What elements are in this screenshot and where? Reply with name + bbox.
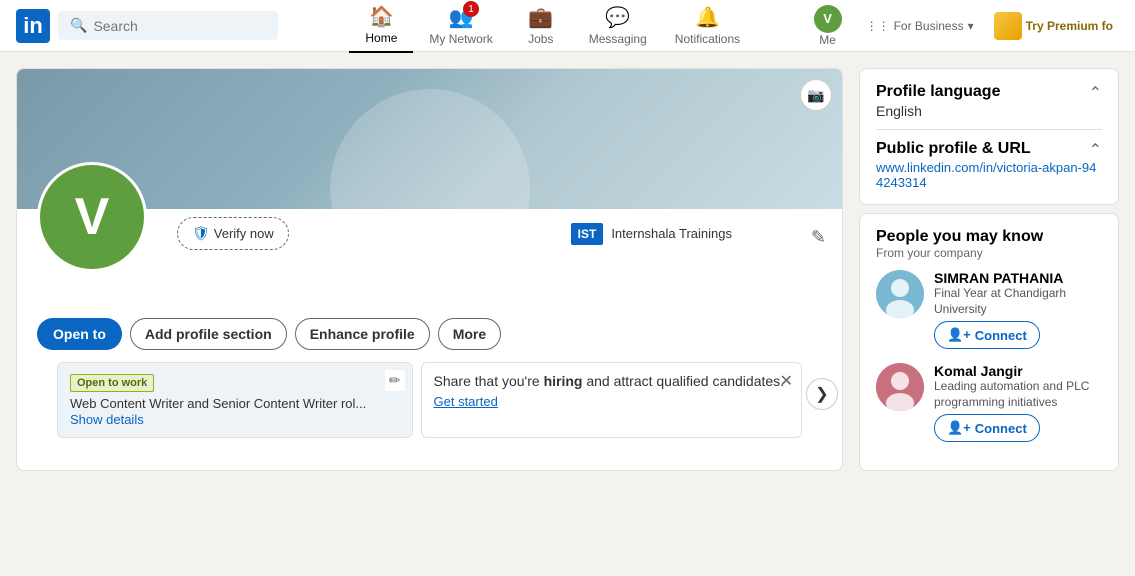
search-icon: 🔍 [70,17,87,34]
profile-language-expand-icon[interactable]: ⌃ [1089,83,1102,103]
profile-language-title: Profile language [876,83,1000,101]
nav-items: 🏠 Home 👥 1 My Network 💼 Jobs 💬 Messaging… [298,0,804,53]
cover-photo: 📷 [17,69,842,209]
person-item-komal: Komal Jangir Leading automation and PLC … [876,363,1102,442]
person-name-simran: SIMRAN PATHANIA [934,270,1102,286]
people-you-may-know-section: People you may know From your company SI… [859,213,1119,471]
right-panel: Profile language ⌃ English Public profil… [859,68,1119,471]
share-hiring-title: Share that you're hiring and attract qua… [434,373,790,389]
connect-plus-icon-komal: 👤+ [947,420,971,436]
cards-row: Open to work ✏ Web Content Writer and Se… [37,350,822,438]
person-info-komal: Komal Jangir Leading automation and PLC … [934,363,1102,442]
linkedin-logo: in [16,9,50,43]
people-you-may-know-title: People you may know [876,228,1102,246]
person-avatar-komal [876,363,924,411]
nav-item-notifications[interactable]: 🔔 Notifications [663,0,752,52]
premium-icon [994,12,1022,40]
messaging-icon: 💬 [605,5,630,30]
home-icon: 🏠 [369,4,394,29]
verify-now-button[interactable]: 🛡 Verify now [177,217,289,250]
nav-label-notifications: Notifications [675,32,740,46]
edit-profile-button[interactable]: ✎ [811,227,826,248]
share-hiring-card: ✕ Share that you're hiring and attract q… [421,362,803,438]
connect-plus-icon-simran: 👤+ [947,327,971,343]
change-cover-photo-button[interactable]: 📷 [800,79,832,111]
camera-icon: 📷 [807,87,824,104]
person-name-komal: Komal Jangir [934,363,1102,379]
person-avatar-simran [876,270,924,318]
person-item-simran: SIMRAN PATHANIA Final Year at Chandigarh… [876,270,1102,349]
nav-right: V Me ⋮⋮ For Business ▾ Try Premium fo [804,1,1119,51]
search-input[interactable] [93,18,266,34]
more-button[interactable]: More [438,318,501,350]
next-arrow-button[interactable]: ❯ [806,378,838,410]
open-to-work-tag: Open to work [70,374,154,392]
profile-language-section: Profile language ⌃ English Public profil… [859,68,1119,205]
show-details-link[interactable]: Show details [70,412,144,427]
nav-label-home: Home [365,31,397,45]
open-to-button[interactable]: Open to [37,318,122,350]
profile-card: 📷 V ✎ 🛡 Verify now IST Internshala Train… [16,68,843,471]
profile-actions-row: Open to Add profile section Enhance prof… [37,318,822,350]
ist-badge: IST Internshala Trainings [571,223,732,245]
shield-icon: 🛡 [192,225,210,242]
avatar: V [814,5,842,33]
notifications-icon: 🔔 [695,5,720,30]
nav-item-jobs[interactable]: 💼 Jobs [509,0,573,52]
search-bar[interactable]: 🔍 [58,11,278,40]
public-profile-title: Public profile & URL [876,140,1031,158]
profile-lower: V ✎ 🛡 Verify now IST Internshala Trainin… [17,217,842,454]
grid-icon: ⋮⋮ [866,19,890,33]
nav-item-me[interactable]: V Me [804,1,852,51]
nav-label-messaging: Messaging [589,32,647,46]
enhance-profile-button[interactable]: Enhance profile [295,318,430,350]
profile-avatar: V [37,162,147,272]
people-from-company-subtitle: From your company [876,246,1102,260]
add-profile-section-button[interactable]: Add profile section [130,318,287,350]
nav-item-home[interactable]: 🏠 Home [349,0,413,53]
ist-logo: IST [571,223,604,245]
person-info-simran: SIMRAN PATHANIA Final Year at Chandigarh… [934,270,1102,349]
edit-open-to-work-icon[interactable]: ✏ [385,370,405,391]
jobs-icon: 💼 [528,5,553,30]
chevron-down-icon: ▾ [968,19,974,33]
connect-button-komal[interactable]: 👤+ Connect [934,414,1040,442]
try-premium-button[interactable]: Try Premium fo [988,8,1119,44]
close-share-card-button[interactable]: ✕ [780,371,793,391]
navbar: in 🔍 🏠 Home 👥 1 My Network 💼 Jobs 💬 Mess… [0,0,1135,52]
get-started-link[interactable]: Get started [434,394,498,409]
nav-item-my-network[interactable]: 👥 1 My Network [417,0,504,52]
open-to-work-description: Web Content Writer and Senior Content Wr… [70,396,400,411]
public-profile-expand-icon[interactable]: ⌃ [1089,140,1102,160]
person-desc-komal: Leading automation and PLC programming i… [934,379,1102,410]
person-desc-simran: Final Year at Chandigarh University [934,286,1102,317]
my-network-badge: 1 [463,1,479,17]
open-to-work-card: Open to work ✏ Web Content Writer and Se… [57,362,413,438]
for-business-button[interactable]: ⋮⋮ For Business ▾ [856,15,984,37]
nav-label-jobs: Jobs [528,32,553,46]
profile-language-value: English [876,103,1102,119]
main-layout: 📷 V ✎ 🛡 Verify now IST Internshala Train… [0,52,1135,487]
public-profile-url[interactable]: www.linkedin.com/in/victoria-akpan-94424… [876,160,1102,190]
me-label: Me [819,33,836,47]
nav-item-messaging[interactable]: 💬 Messaging [577,0,659,52]
connect-button-simran[interactable]: 👤+ Connect [934,321,1040,349]
ist-label: Internshala Trainings [611,226,732,241]
nav-label-my-network: My Network [429,32,492,46]
